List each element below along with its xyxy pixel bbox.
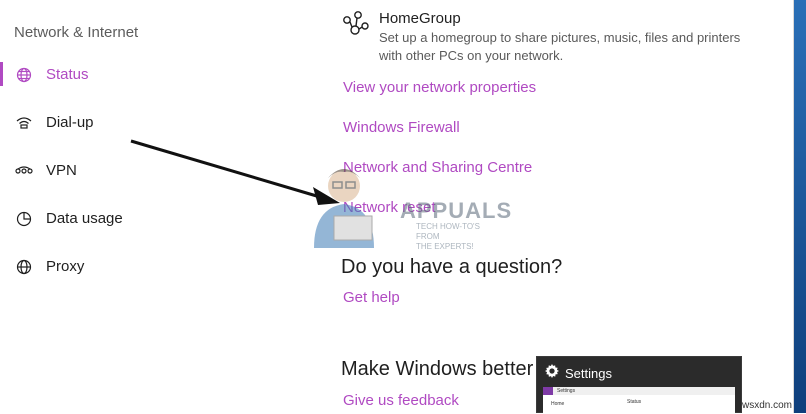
active-indicator: [0, 62, 3, 86]
watermark-brand: APPUALS: [400, 198, 513, 223]
annotation-arrow: [130, 139, 340, 205]
preview-title: Settings: [565, 366, 612, 381]
sidebar-item-label: Dial-up: [46, 114, 94, 131]
watermark-tagline: TECH HOW-TO'S FROM THE EXPERTS!: [416, 222, 480, 251]
feedback-heading: Make Windows better: [341, 358, 534, 380]
dial-up-icon: [14, 114, 34, 132]
homegroup-title[interactable]: HomeGroup: [379, 10, 461, 27]
data-usage-icon: [14, 210, 34, 228]
preview-thumbnail: Settings Home Status: [543, 387, 735, 414]
sidebar-item-proxy[interactable]: Proxy: [0, 252, 300, 282]
sidebar-item-label: VPN: [46, 162, 77, 179]
sidebar-item-label: Status: [46, 66, 89, 83]
vpn-icon: [14, 162, 34, 180]
gear-icon: [545, 364, 559, 383]
view-network-properties-link[interactable]: View your network properties: [343, 79, 536, 96]
windows-firewall-link[interactable]: Windows Firewall: [343, 119, 460, 136]
give-feedback-link[interactable]: Give us feedback: [343, 392, 459, 409]
site-watermark: wsxdn.com: [741, 400, 792, 411]
sidebar-item-dial-up[interactable]: Dial-up: [0, 108, 300, 138]
globe-icon: [14, 66, 34, 84]
desktop-background: [794, 0, 806, 413]
settings-taskbar-preview[interactable]: Settings Settings Home Status: [536, 356, 742, 414]
homegroup-description: Set up a homegroup to share pictures, mu…: [379, 30, 741, 63]
globe-icon: [14, 258, 34, 276]
sidebar-item-label: Proxy: [46, 258, 85, 275]
sidebar-item-label: Data usage: [46, 210, 123, 227]
sidebar-item-status[interactable]: Status: [0, 60, 300, 90]
get-help-link[interactable]: Get help: [343, 289, 400, 306]
question-heading: Do you have a question?: [341, 256, 563, 278]
sidebar-heading: Network & Internet: [14, 24, 139, 41]
homegroup-icon: [341, 10, 371, 38]
